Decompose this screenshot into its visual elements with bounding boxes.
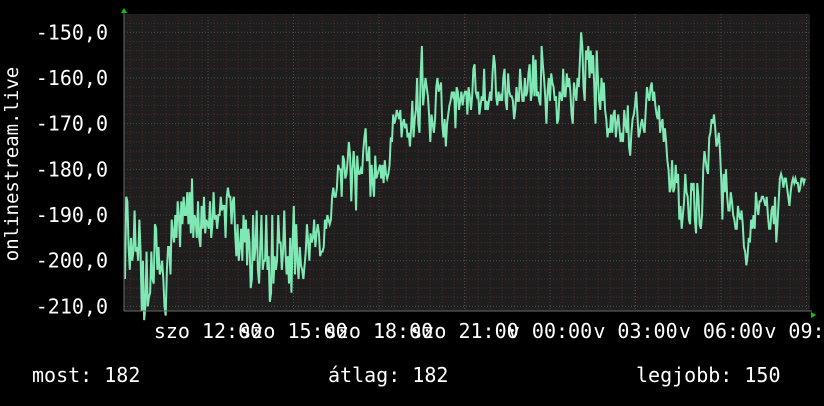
best-value-text: legjobb: 150	[636, 363, 781, 387]
chart: -150,0 -160,0 -170,0 -180,0 -190,0 -200,0 -210…	[0, 0, 824, 402]
plot-area	[124, 14, 810, 311]
line-chart: -150,0 -160,0 -170,0 -180,0 -190,0 -200,0 -210…	[1, 8, 824, 343]
x-tick-label: v 09:00	[764, 319, 824, 343]
average-value-text: átlag: 182	[328, 363, 449, 387]
y-tick-label: -190,0	[36, 203, 108, 227]
x-axis-ticks: szo 12:00szo 15:00szo 18:00szo 21:00v 00…	[154, 319, 824, 343]
x-tick-label: v 00:00	[508, 319, 592, 343]
current-value-text: most: 182	[32, 363, 141, 387]
x-tick-label: v 03:00	[593, 319, 677, 343]
y-tick-label: -170,0	[36, 112, 108, 136]
y-tick-label: -210,0	[36, 294, 108, 318]
y-axis-arrow-icon	[121, 8, 127, 13]
x-tick-label: szo 21:00	[410, 319, 518, 343]
y-axis-ticks: -150,0 -160,0 -170,0 -180,0 -190,0 -200,0 -210…	[36, 20, 108, 318]
x-tick-label: v 06:00	[679, 319, 763, 343]
x-axis-arrow-icon	[811, 312, 816, 318]
y-axis-label: onlinestream.live	[1, 67, 23, 261]
y-tick-label: -200,0	[36, 249, 108, 273]
y-tick-label: -180,0	[36, 157, 108, 181]
y-tick-label: -150,0	[36, 20, 108, 44]
y-tick-label: -160,0	[36, 66, 108, 90]
stats-bar: most: 182 átlag: 182 legjobb: 150	[0, 362, 824, 392]
